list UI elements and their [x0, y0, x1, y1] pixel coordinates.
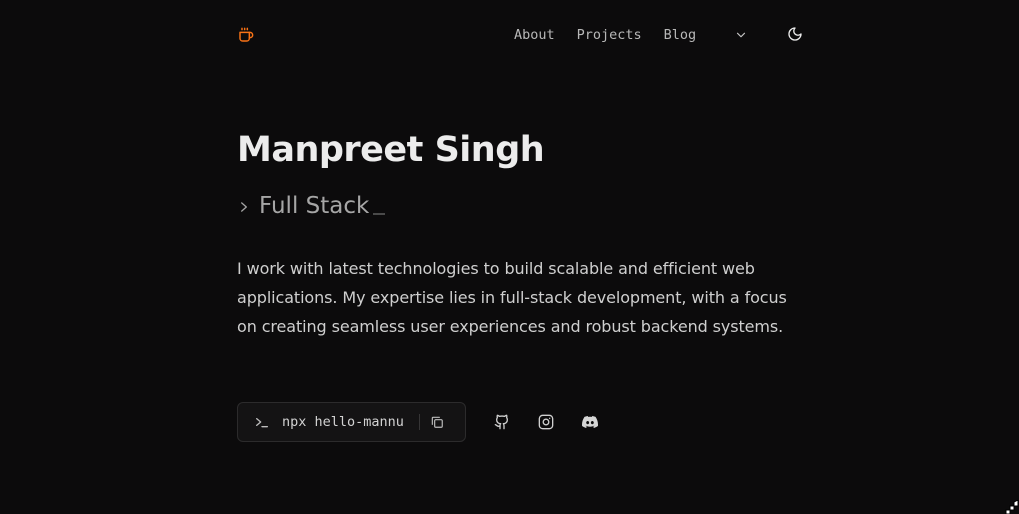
hero-role: Full Stack — [237, 190, 386, 222]
discord-link[interactable] — [582, 414, 598, 430]
nav-about-link[interactable]: About — [514, 27, 555, 43]
moon-icon — [788, 27, 802, 41]
chevron-right-icon — [241, 202, 247, 212]
nav-projects-link[interactable]: Projects — [577, 27, 642, 43]
theme-toggle-button[interactable] — [787, 26, 803, 42]
hero-role-text: Full Stack — [259, 193, 370, 219]
social-links — [494, 414, 626, 430]
page: About Projects Blog Manpreet Singh Full … — [0, 0, 1019, 514]
typing-cursor — [373, 213, 386, 215]
command-box: npx hello-mannu — [237, 402, 466, 442]
nav-more-dropdown[interactable] — [734, 27, 748, 41]
command-divider — [418, 414, 420, 430]
nav-blog-link[interactable]: Blog — [664, 27, 697, 43]
github-link[interactable] — [494, 414, 510, 430]
command-text: npx hello-mannu — [282, 414, 404, 430]
instagram-icon — [538, 414, 554, 430]
corner-resize-mark — [1005, 500, 1019, 514]
hero-bio: I work with latest technologies to build… — [237, 259, 787, 336]
copy-command-button[interactable] — [430, 415, 444, 429]
main-nav: About Projects Blog — [514, 24, 718, 46]
coffee-cup-icon — [239, 27, 254, 42]
logo-link[interactable] — [237, 26, 255, 44]
instagram-link[interactable] — [538, 414, 554, 430]
chevron-down-icon — [736, 32, 746, 38]
github-icon — [494, 414, 509, 430]
hero-name: Manpreet Singh — [237, 130, 545, 170]
discord-icon — [582, 416, 598, 428]
copy-icon — [431, 416, 443, 428]
terminal-icon — [256, 418, 268, 428]
